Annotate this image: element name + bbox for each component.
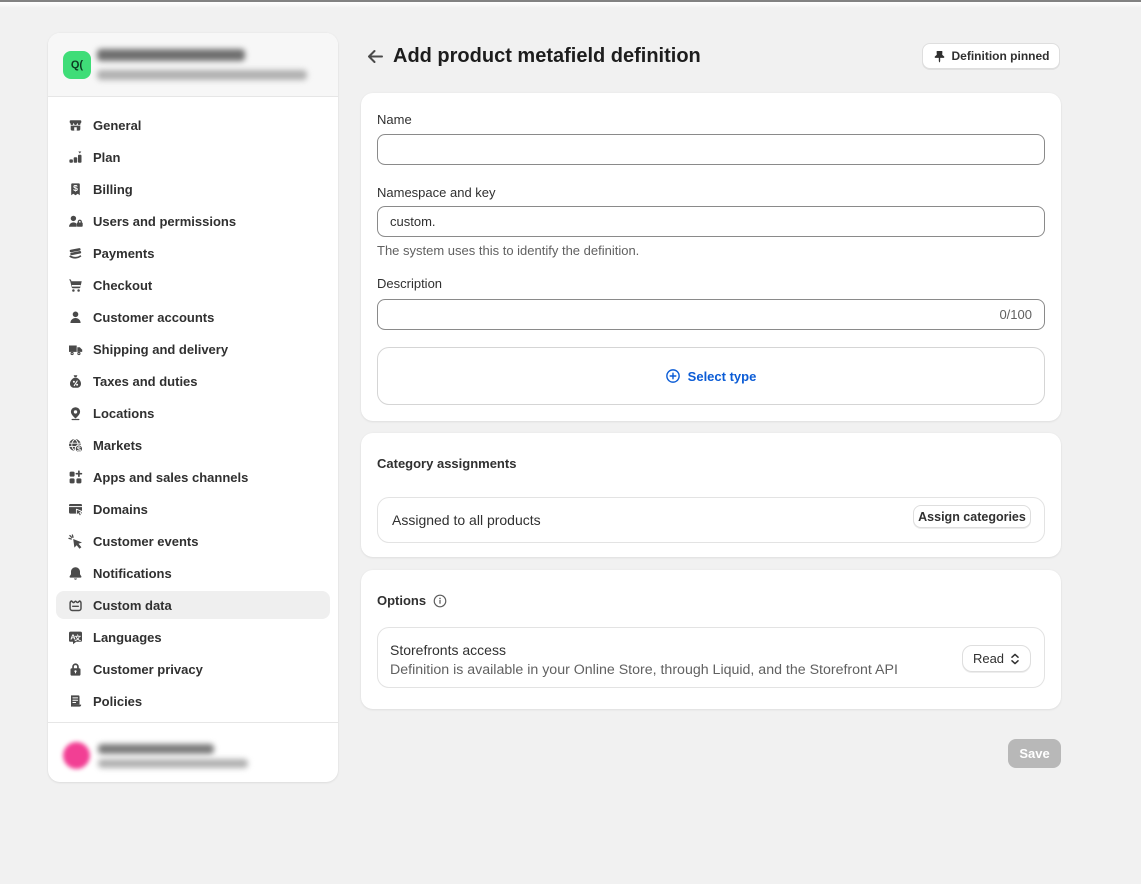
svg-text:文: 文 — [74, 633, 82, 642]
svg-text:$: $ — [73, 183, 78, 193]
svg-text:$: $ — [77, 446, 81, 453]
